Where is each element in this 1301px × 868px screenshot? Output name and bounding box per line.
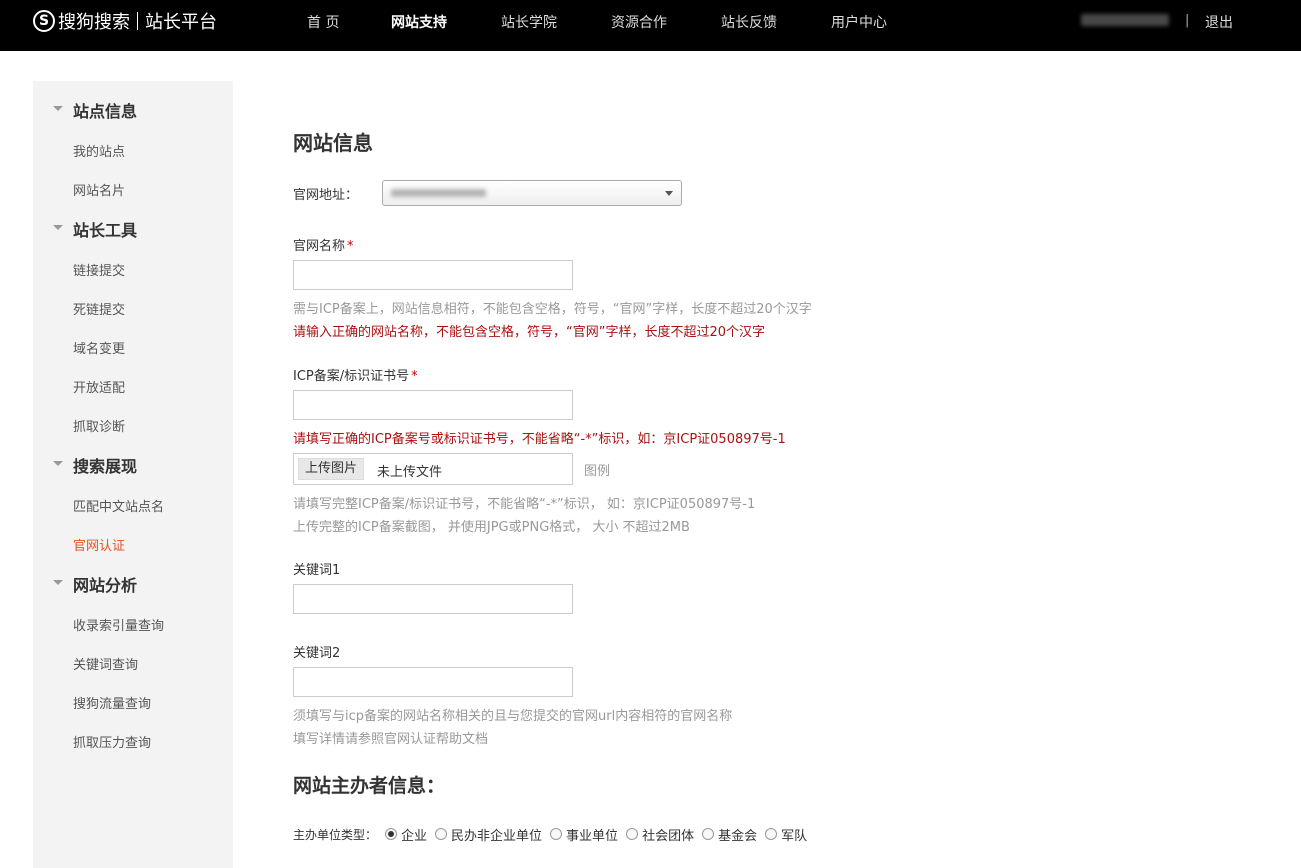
sidebar-item-match-chinese-name[interactable]: 匹配中文站点名 [73,496,164,515]
sidebar-item-my-sites[interactable]: 我的站点 [73,141,125,160]
site-name-label: 官网名称 * [293,239,354,254]
sidebar-group-label: 站点信息 [73,102,138,121]
nav-user-center[interactable]: 用户中心 [831,12,887,32]
logout-link[interactable]: 退出 [1205,12,1233,32]
site-url-label: 官网地址： [293,188,359,203]
icp-label: ICP备案/标识证书号 * [293,369,418,384]
sidebar-item-open-adaptation[interactable]: 开放适配 [73,377,125,396]
keyword1-input[interactable] [293,584,573,614]
radio-icon[interactable] [550,828,563,840]
sidebar-group-label: 站长工具 [73,221,138,240]
keyword-hint-help[interactable]: 填写详情请参照官网认证帮助文档 [293,728,488,747]
required-mark: * [347,239,354,254]
sidebar-item-traffic-query[interactable]: 搜狗流量查询 [73,693,151,712]
dropdown-arrow-icon [665,191,673,196]
keyword2-input[interactable] [293,667,573,697]
username-redacted[interactable] [1081,14,1169,26]
sidebar-item-deadlink-submit[interactable]: 死链提交 [73,299,125,318]
nav-site-support[interactable]: 网站支持 [391,12,447,32]
brand-name: 搜狗搜索 [58,12,130,33]
sidebar-group-label: 网站分析 [73,576,138,595]
sidebar: 站点信息 我的站点 网站名片 站长工具 链接提交 死链提交 域名变更 开放适配 … [33,81,233,868]
sidebar-item-site-card[interactable]: 网站名片 [73,180,125,199]
site-name-error: 请输入正确的网站名称，不能包含空格，符号，“官网”字样，长度不超过20个汉字 [293,325,766,340]
sidebar-group-search-display[interactable]: 搜索展现 [33,453,233,476]
radio-icon[interactable] [765,828,778,840]
site-url-select[interactable] [382,180,682,206]
radio-icon[interactable] [702,828,715,840]
caret-down-icon [53,225,63,230]
sidebar-group-site-info[interactable]: 站点信息 [33,98,233,121]
nav-webmaster-feedback[interactable]: 站长反馈 [721,12,777,32]
sidebar-item-crawl-diagnosis[interactable]: 抓取诊断 [73,416,125,435]
org-type-label: 主办单位类型： [293,827,378,842]
sogou-logo[interactable]: S 搜狗搜索 站长平台 [33,8,217,34]
required-mark: * [411,369,418,384]
owner-section-title: 网站主办者信息： [293,775,446,797]
top-navigation-bar: S 搜狗搜索 站长平台 首 页 网站支持 站长学院 资源合作 站长反馈 用户中心… [0,0,1301,51]
caret-down-icon [53,461,63,466]
keyword2-label: 关键词2 [293,646,341,661]
org-type-radio-group: 主办单位类型： 企业 民办非企业单位 事业单位 社会团体 基金会 军队 [293,825,815,844]
platform-name: 站长平台 [145,12,217,33]
header-separator: | [1185,13,1190,28]
icp-input[interactable] [293,390,573,420]
site-name-hint: 需与ICP备案上，网站信息相符，不能包含空格，符号，“官网”字样，长度不超过20… [293,302,812,317]
icp-upload-field: 上传图片 未上传文件 [293,453,573,485]
logo-divider [137,12,138,30]
icp-hint-upload: 上传完整的ICP备案截图， 并使用JPG或PNG格式， 大小 不超过2MB [293,520,690,535]
sidebar-group-site-analysis[interactable]: 网站分析 [33,572,233,595]
site-url-value-redacted [391,189,486,197]
sogou-logo-icon: S [33,10,55,32]
sidebar-group-label: 搜索展现 [73,457,138,476]
icp-hint-format: 请填写完整ICP备案/标识证书号，不能省略“-*”标识， 如：京ICP证0508… [293,497,756,512]
radio-icon[interactable] [435,828,448,840]
keyword-hint-match: 须填写与icp备案的网站名称相关的且与您提交的官网url内容相符的官网名称 [293,709,733,724]
nav-resource-cooperation[interactable]: 资源合作 [611,12,667,32]
org-type-option-social-group[interactable]: 社会团体 [626,825,694,844]
sidebar-item-link-submit[interactable]: 链接提交 [73,260,125,279]
nav-webmaster-academy[interactable]: 站长学院 [501,12,557,32]
sidebar-item-official-site-verify[interactable]: 官网认证 [73,535,125,554]
sidebar-group-tools[interactable]: 站长工具 [33,217,233,240]
org-type-option-foundation[interactable]: 基金会 [702,825,757,844]
org-type-option-military[interactable]: 军队 [765,825,807,844]
sidebar-item-index-query[interactable]: 收录索引量查询 [73,615,164,634]
sidebar-item-crawl-pressure-query[interactable]: 抓取压力查询 [73,732,151,751]
sidebar-item-keyword-query[interactable]: 关键词查询 [73,654,138,673]
org-type-option-private-nonenterprise[interactable]: 民办非企业单位 [435,825,542,844]
radio-icon[interactable] [626,828,639,840]
keyword1-label: 关键词1 [293,563,341,578]
example-link[interactable]: 图例 [584,460,610,479]
icp-error: 请填写正确的ICP备案号或标识证书号，不能省略“-*”标识，如：京ICP证050… [293,432,786,447]
org-type-option-public-institution[interactable]: 事业单位 [550,825,618,844]
caret-down-icon [53,106,63,111]
sidebar-item-domain-change[interactable]: 域名变更 [73,338,125,357]
radio-checked-icon[interactable] [385,828,398,840]
org-type-option-enterprise[interactable]: 企业 [385,825,427,844]
nav-home[interactable]: 首 页 [307,12,339,32]
upload-status: 未上传文件 [377,465,443,480]
site-name-input[interactable] [293,260,573,290]
upload-image-button[interactable]: 上传图片 [298,458,365,480]
caret-down-icon [53,580,63,585]
page-title: 网站信息 [293,131,373,155]
